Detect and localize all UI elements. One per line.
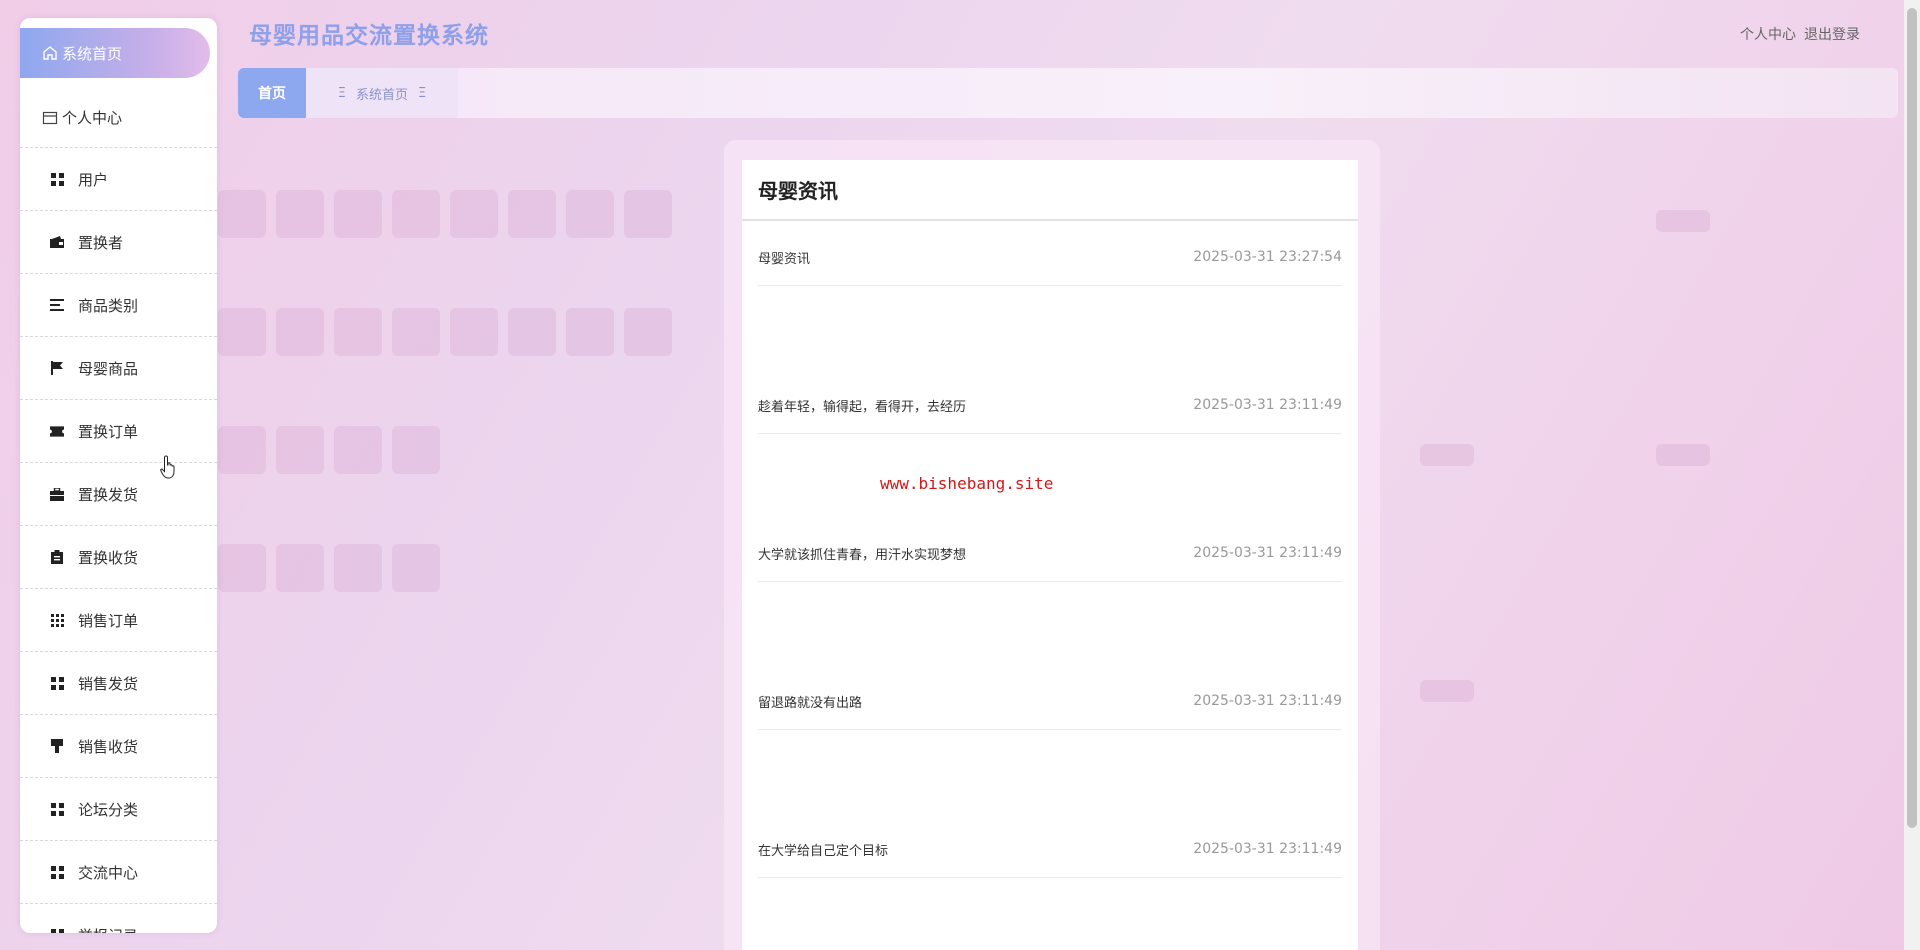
flag-icon	[50, 361, 64, 375]
news-item-title[interactable]: 趁着年轻，输得起，看得开，去经历	[758, 396, 966, 415]
briefcase-icon	[50, 487, 64, 501]
news-item-date: 2025-03-31 23:11:49	[1193, 841, 1342, 857]
sidebar-item-sales-receiving[interactable]: 销售收货	[20, 715, 217, 778]
sidebar-item-label: 置换发货	[78, 485, 139, 504]
grid-icon	[50, 676, 64, 690]
grid-icon	[50, 928, 64, 933]
sidebar-item-label: 论坛分类	[78, 800, 139, 819]
background-decoration	[218, 190, 698, 610]
news-item-title[interactable]: 母婴资讯	[758, 248, 810, 267]
sidebar-item-label: 置换订单	[78, 422, 139, 441]
watermark: www.bishebang.site	[880, 474, 1054, 493]
sidebar-item-reports[interactable]: 举报记录	[20, 904, 217, 933]
window-icon	[42, 110, 58, 126]
news-panel-title: 母婴资讯	[742, 160, 1358, 221]
sidebar-item-label: 用户	[78, 170, 109, 189]
news-item-date: 2025-03-31 23:11:49	[1193, 693, 1342, 709]
sidebar-item-exchange-center[interactable]: 交流中心	[20, 841, 217, 904]
clipboard-icon	[50, 550, 64, 564]
sidebar-item-label: 系统首页	[62, 44, 123, 63]
list-item[interactable]: 留退路就没有出路 2025-03-31 23:11:49	[758, 665, 1342, 813]
app-title: 母婴用品交流置换系统	[249, 23, 489, 49]
news-item-title[interactable]: 留退路就没有出路	[758, 692, 862, 711]
background-decoration	[1656, 210, 1710, 232]
logout-link[interactable]: 退出登录	[1804, 24, 1860, 44]
ticket-icon	[50, 424, 64, 438]
sidebar-item-home[interactable]: 系统首页	[20, 28, 210, 78]
news-item-date: 2025-03-31 23:11:49	[1193, 397, 1342, 413]
grid-icon	[50, 802, 64, 816]
sidebar-item-exchange-receiving[interactable]: 置换收货	[20, 526, 217, 589]
list-item[interactable]: 在大学给自己定个目标 2025-03-31 23:11:49	[758, 813, 1342, 950]
background-decoration	[1420, 680, 1474, 702]
page-scrollbar[interactable]	[1904, 0, 1920, 950]
wallet-icon	[50, 235, 64, 249]
tab-label: 系统首页	[355, 87, 408, 103]
sidebar-item-forum-categories[interactable]: 论坛分类	[20, 778, 217, 841]
sidebar-item-exchange-shipping[interactable]: 置换发货	[20, 463, 217, 526]
sidebar-item-label: 母婴商品	[78, 359, 139, 378]
list-item[interactable]: 趁着年轻，输得起，看得开，去经历 2025-03-31 23:11:49	[758, 369, 1342, 517]
tab-system-home[interactable]: Ξ 系统首页 Ξ	[306, 68, 458, 118]
sidebar-item-label: 商品类别	[78, 296, 139, 315]
apps-icon	[50, 613, 64, 627]
sidebar-item-users[interactable]: 用户	[20, 148, 217, 211]
news-panel: 母婴资讯 母婴资讯 2025-03-31 23:27:54 趁着年轻，输得起，看…	[742, 160, 1358, 950]
hand-cursor-icon	[160, 455, 178, 479]
header-links: 个人中心 退出登录	[1740, 24, 1860, 44]
home-icon	[42, 45, 58, 61]
sidebar-item-exchangers[interactable]: 置换者	[20, 211, 217, 274]
list-item[interactable]: 大学就该抓住青春，用汗水实现梦想 2025-03-31 23:11:49	[758, 517, 1342, 665]
list-item[interactable]: 母婴资讯 2025-03-31 23:27:54	[758, 221, 1342, 369]
list-icon	[50, 298, 64, 312]
news-item-date: 2025-03-31 23:27:54	[1193, 249, 1342, 265]
background-decoration	[1420, 444, 1474, 466]
scrollbar-thumb[interactable]	[1907, 8, 1917, 828]
sidebar-item-label: 个人中心	[62, 109, 123, 127]
sidebar-item-label: 置换收货	[78, 548, 139, 567]
grid-icon	[50, 865, 64, 879]
sidebar-item-label: 举报记录	[78, 925, 138, 934]
sidebar-item-label: 销售发货	[78, 674, 139, 693]
tab-icon: Ξ	[337, 85, 346, 101]
sidebar: 系统首页 个人中心 用户 置换者 商品类别 母婴商品 置换订单 置换发货 置换收…	[20, 18, 217, 933]
grid-icon	[50, 172, 64, 186]
sidebar-item-label: 交流中心	[78, 863, 139, 882]
profile-link[interactable]: 个人中心	[1740, 24, 1796, 44]
news-item-title[interactable]: 大学就该抓住青春，用汗水实现梦想	[758, 544, 966, 563]
tab-icon: Ξ	[418, 85, 427, 101]
sidebar-item-products[interactable]: 母婴商品	[20, 337, 217, 400]
news-list: 母婴资讯 2025-03-31 23:27:54 趁着年轻，输得起，看得开，去经…	[742, 221, 1358, 950]
news-item-date: 2025-03-31 23:11:49	[1193, 545, 1342, 561]
news-item-title[interactable]: 在大学给自己定个目标	[758, 840, 888, 859]
sidebar-menu: 用户 置换者 商品类别 母婴商品 置换订单 置换发货 置换收货 销售订单 销售发…	[20, 148, 217, 933]
brush-icon	[50, 739, 64, 753]
sidebar-item-exchange-orders[interactable]: 置换订单	[20, 400, 217, 463]
sidebar-item-label: 置换者	[78, 233, 124, 252]
sidebar-item-sales-orders[interactable]: 销售订单	[20, 589, 217, 652]
sidebar-item-categories[interactable]: 商品类别	[20, 274, 217, 337]
sidebar-item-label: 销售订单	[78, 611, 139, 630]
sidebar-item-label: 销售收货	[78, 737, 139, 756]
sidebar-item-sales-shipping[interactable]: 销售发货	[20, 652, 217, 715]
sidebar-item-profile[interactable]: 个人中心	[20, 88, 217, 148]
background-decoration	[1656, 444, 1710, 466]
tab-bar: 首页 Ξ 系统首页 Ξ	[238, 68, 1898, 118]
tab-home[interactable]: 首页	[238, 68, 306, 118]
